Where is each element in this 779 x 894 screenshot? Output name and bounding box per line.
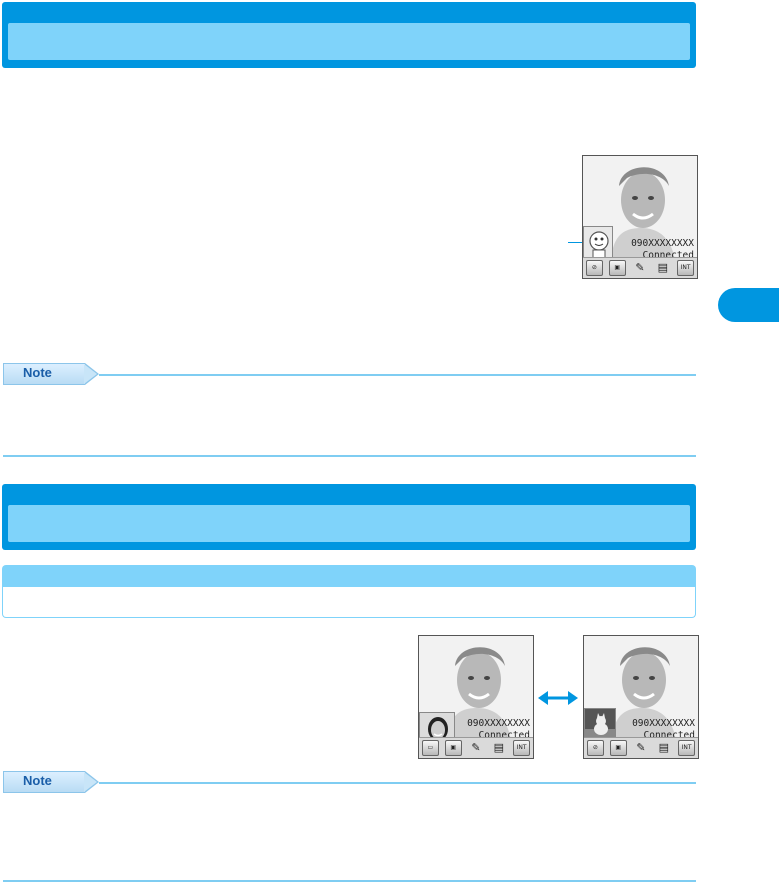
substitute-image-icon[interactable]: ▣ [608,260,626,276]
substitute-image-pip [584,708,616,740]
note-bar-2: Note [3,771,696,793]
swap-arrow-icon [538,691,578,705]
section-end-rule-1 [3,455,696,457]
section-end-rule-2 [3,880,696,882]
int-icon[interactable]: INT [513,740,531,756]
substitute-image-icon[interactable]: ▣ [444,740,462,756]
caller-number: 090XXXXXXXX [631,238,694,249]
call-toolbar: ⊘ ▣ ✎ ▤ INT [584,737,698,758]
mic-mute-icon[interactable]: ✎ [467,740,484,756]
call-toolbar: ⊘ ▣ ✎ ▤ INT [583,257,697,278]
subsection-header-body [2,587,696,618]
mascot-substitute-image [583,226,613,260]
call-toolbar: ▭ ▣ ✎ ▤ INT [419,737,533,758]
screen-switch-icon[interactable]: ▤ [490,740,507,756]
note-tab-tip-inner [84,364,97,384]
substitute-image-icon[interactable]: ▣ [609,740,627,756]
caller-number: 090XXXXXXXX [632,718,695,729]
note-tab-tip-inner [84,772,97,792]
caller-number: 090XXXXXXXX [467,718,530,729]
int-icon[interactable]: INT [677,260,695,276]
note-label: Note [23,365,52,380]
callout-line [568,242,582,243]
camera-on-icon[interactable]: ▭ [421,740,439,756]
subsection-header-top [2,565,696,587]
screen-switch-icon[interactable]: ▤ [655,740,672,756]
section-header-1 [2,2,696,68]
phone-screen-2: 090XXXXXXXX Connected ▭ ▣ ✎ ▤ INT [418,635,534,759]
section-header-2 [2,484,696,550]
section-header-2-title-bar [8,505,690,542]
mascot-icon [584,227,612,259]
camera-off-icon[interactable]: ⊘ [585,260,603,276]
note-label: Note [23,773,52,788]
phone-screen-3: 090XXXXXXXX Connected ⊘ ▣ ✎ ▤ INT [583,635,699,759]
phone-screen-1: 090XXXXXXXX Connected ⊘ ▣ ✎ ▤ INT [582,155,698,279]
int-icon[interactable]: INT [678,740,696,756]
chapter-index-tab [718,288,779,322]
pet-photo [585,709,615,739]
note-bar-1: Note [3,363,696,385]
screen-switch-icon[interactable]: ▤ [654,260,671,276]
mic-mute-icon[interactable]: ✎ [632,740,649,756]
section-header-1-title-bar [8,23,690,60]
camera-off-icon[interactable]: ⊘ [586,740,604,756]
note-divider [99,374,696,376]
subsection-header [2,565,696,619]
note-divider [99,782,696,784]
mic-mute-icon[interactable]: ✎ [631,260,648,276]
